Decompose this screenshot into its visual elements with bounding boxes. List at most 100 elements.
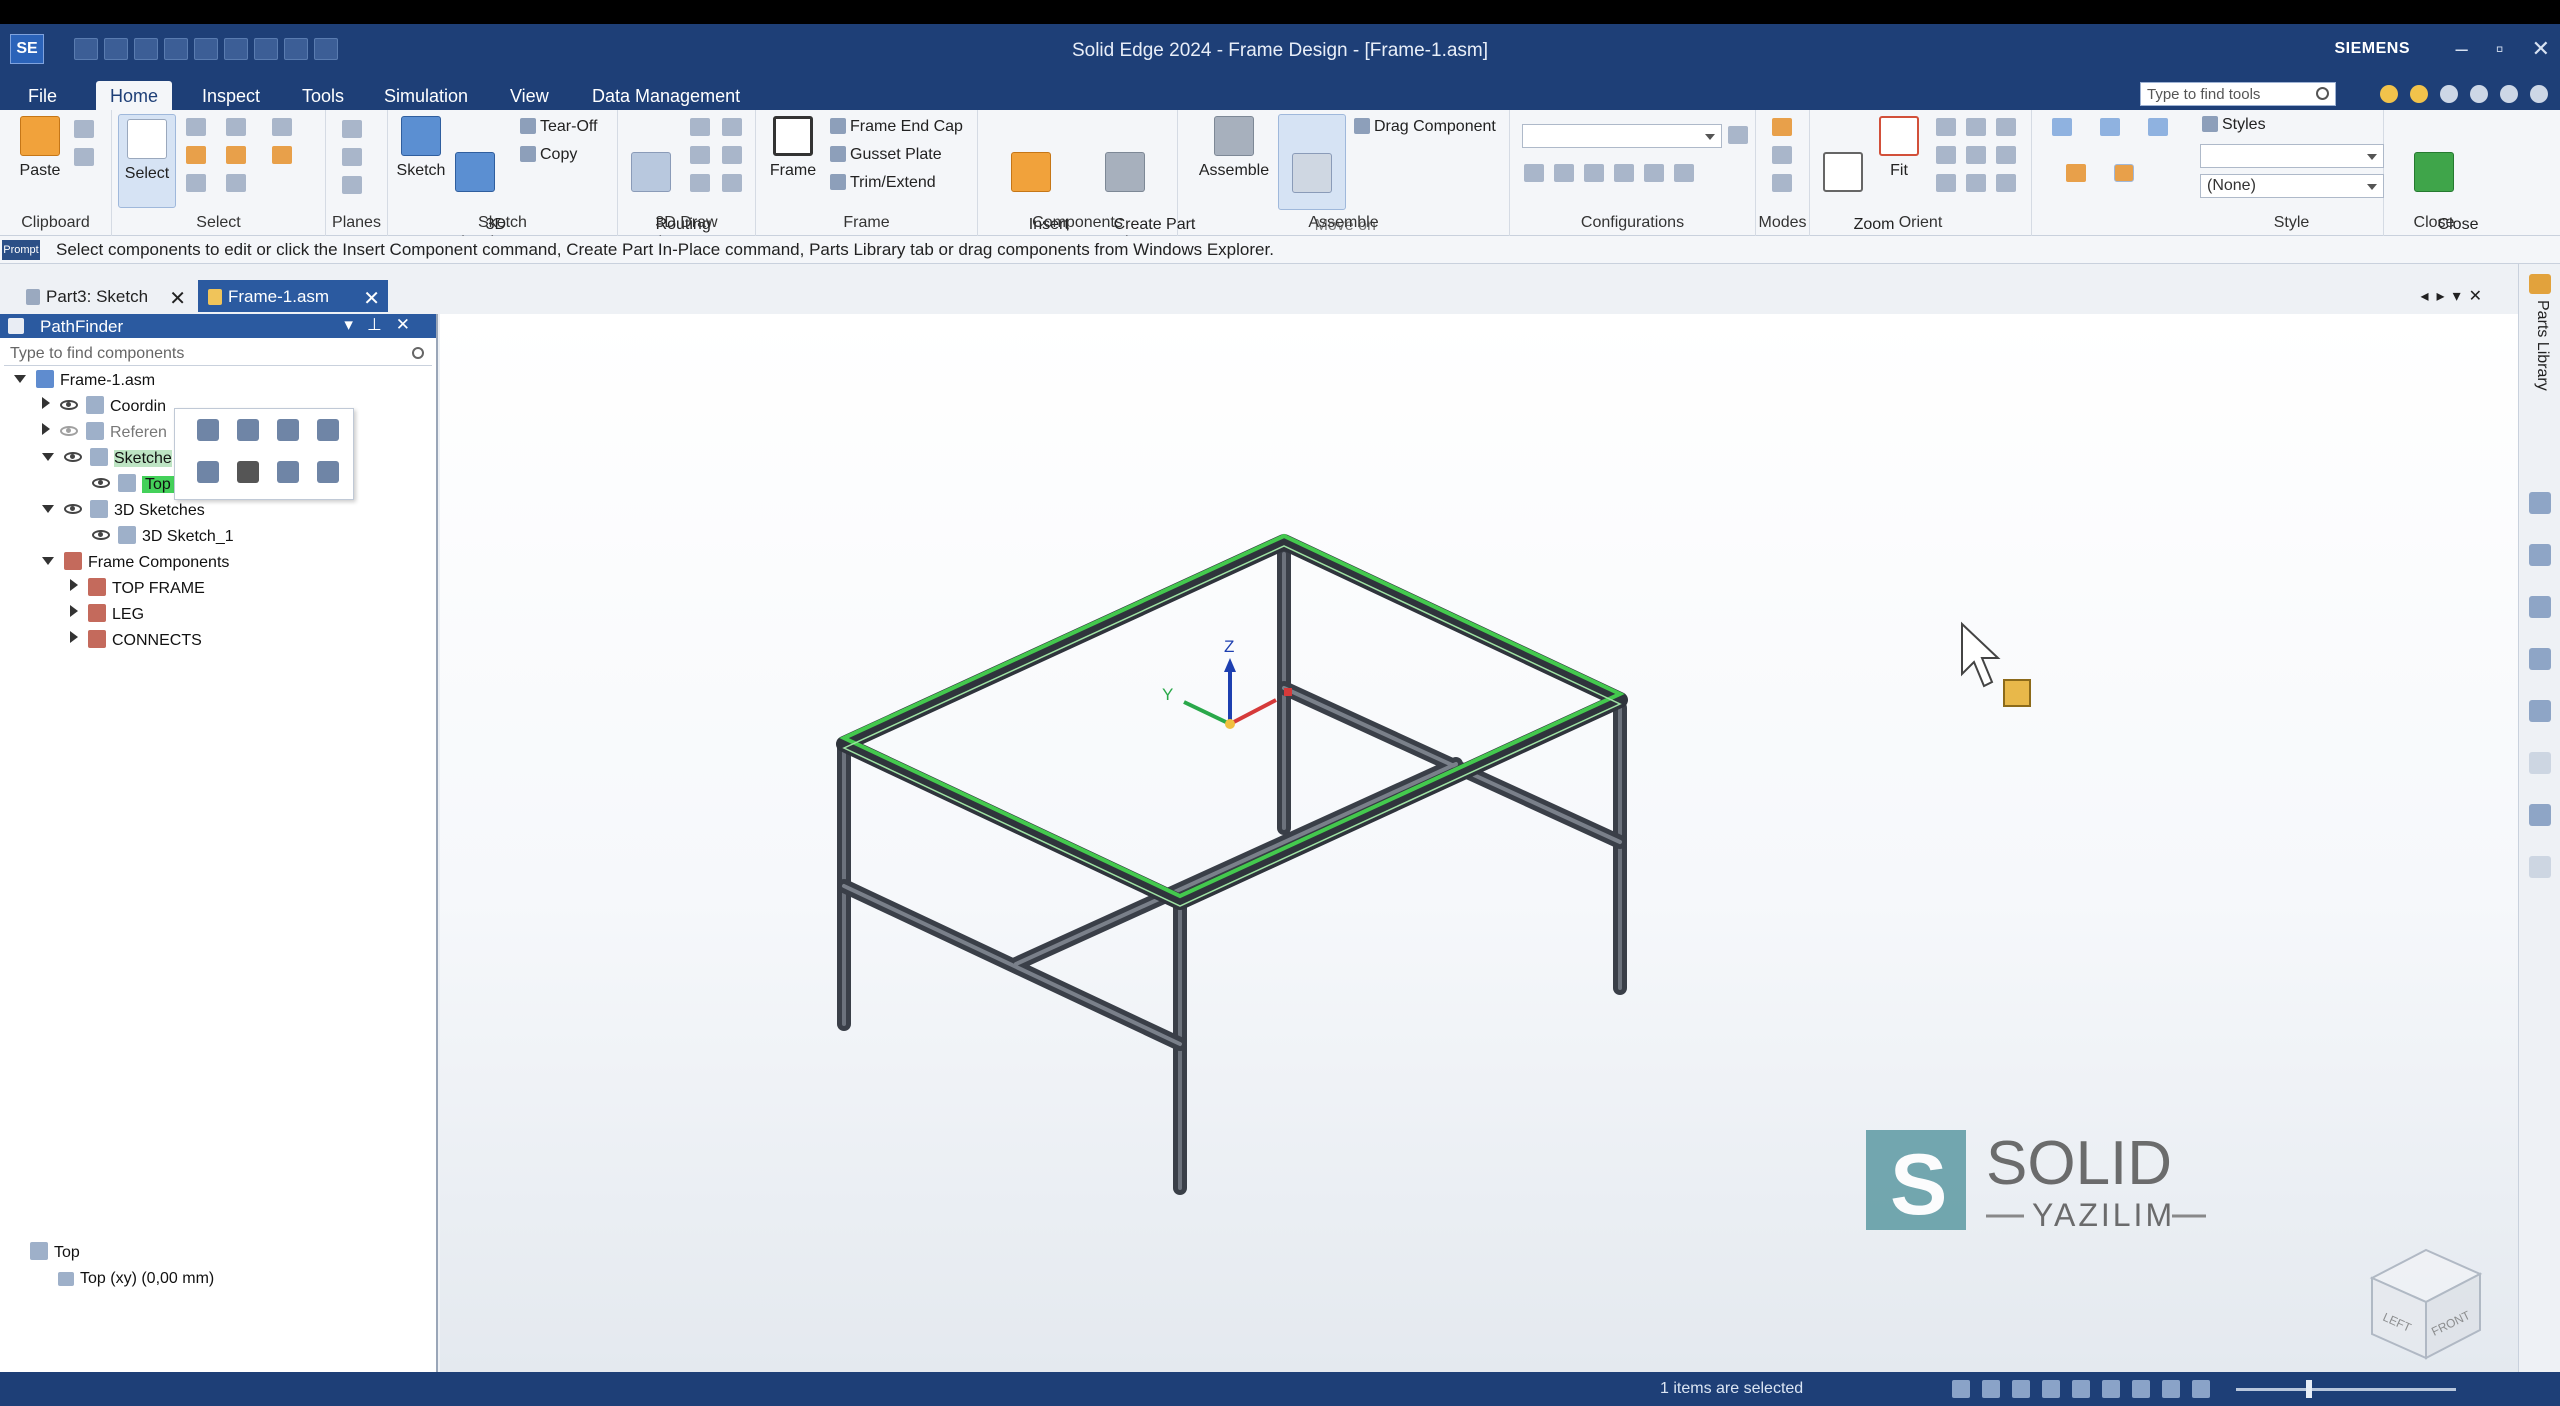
minimize-button[interactable]: –	[2456, 36, 2468, 62]
circle-icon[interactable]	[722, 146, 742, 164]
mode-3-icon[interactable]	[1772, 174, 1792, 192]
tree-node-sketches[interactable]: Sketche	[42, 448, 172, 470]
expand-icon[interactable]	[14, 375, 26, 383]
trim-extend-button[interactable]: Trim/Extend	[830, 174, 936, 192]
tree-node-coordinate[interactable]: Coordin	[42, 396, 166, 418]
styles-button[interactable]: Styles	[2202, 116, 2266, 134]
tree-node-3d-sketches[interactable]: 3D Sketches	[42, 500, 205, 522]
status-shading-icon[interactable]	[2132, 1380, 2150, 1398]
close-tab-icon[interactable]: ✕	[169, 286, 186, 311]
tree-node-root[interactable]: Frame-1.asm	[14, 370, 155, 392]
sketch-view-icon[interactable]	[1936, 174, 1956, 192]
eye-hidden-icon[interactable]	[60, 426, 78, 436]
tear-off-button[interactable]: Tear-Off	[520, 118, 598, 136]
status-rotate-icon[interactable]	[2072, 1380, 2090, 1398]
tree-node-connects[interactable]: CONNECTS	[70, 630, 202, 652]
select-assemblies-icon[interactable]	[226, 146, 246, 164]
sidebar-tool-3-icon[interactable]	[2529, 596, 2551, 618]
status-fit-icon[interactable]	[2012, 1380, 2030, 1398]
select-filter-icon[interactable]	[186, 118, 206, 136]
restore-button[interactable]: ▫	[2496, 36, 2504, 62]
more-options-icon[interactable]	[317, 419, 339, 441]
status-zoom-icon[interactable]	[1982, 1380, 2000, 1398]
eye-icon[interactable]	[92, 478, 110, 488]
fillet-icon[interactable]	[722, 174, 742, 192]
align-icon[interactable]	[272, 118, 292, 136]
doc-tab-part3-sketch[interactable]: Part3: Sketch ✕	[16, 280, 194, 312]
doc-tab-frame-asm[interactable]: Frame-1.asm ✕	[198, 280, 388, 312]
view-style-3-icon[interactable]	[2148, 118, 2168, 136]
arc-icon[interactable]	[690, 174, 710, 192]
tab-inspect[interactable]: Inspect	[188, 81, 274, 110]
mode-2-icon[interactable]	[1772, 146, 1792, 164]
expand-icon[interactable]	[70, 631, 78, 643]
assemble-button[interactable]: Assemble	[1196, 116, 1272, 180]
tab-simulation[interactable]: Simulation	[370, 81, 482, 110]
graphics-viewport[interactable]: Z Y S SOLID YAZILIM LEFT FRONT	[440, 314, 2518, 1372]
close-window-button[interactable]: ✕	[2532, 36, 2550, 62]
copy-sketch-button[interactable]: Copy	[520, 146, 577, 164]
frame-model[interactable]: Z Y S SOLID YAZILIM LEFT FRONT	[440, 314, 2518, 1372]
edit-profile-icon[interactable]	[237, 419, 259, 441]
expand-icon[interactable]	[70, 579, 78, 591]
style-select-2[interactable]: (None)	[2200, 174, 2384, 198]
tree-node-3d-sketch-1[interactable]: 3D Sketch_1	[92, 526, 234, 548]
expand-icon[interactable]	[70, 605, 78, 617]
style-select-1[interactable]	[2200, 144, 2384, 168]
shading-visible-edges-icon[interactable]	[2114, 164, 2134, 182]
expand-icon[interactable]	[42, 557, 54, 565]
eye-icon[interactable]	[92, 530, 110, 540]
eye-icon[interactable]	[60, 400, 78, 410]
rectangle-icon[interactable]	[690, 146, 710, 164]
parts-library-tab[interactable]: Parts Library	[2527, 300, 2551, 420]
spin-icon[interactable]	[1966, 146, 1986, 164]
status-zoom-out-icon[interactable]	[2192, 1380, 2210, 1398]
select-button[interactable]: Select	[118, 114, 176, 208]
expand-icon[interactable]	[42, 423, 50, 435]
zoom-icon[interactable]	[1936, 118, 1956, 136]
parts-library-icon[interactable]	[2529, 274, 2551, 294]
named-views-icon[interactable]	[1996, 146, 2016, 164]
view-orient-icon[interactable]	[1996, 118, 2016, 136]
plane-options-icon[interactable]	[342, 148, 362, 166]
move-on-select-button[interactable]: Move on Select	[1278, 114, 1376, 252]
tab-home[interactable]: Home	[96, 81, 173, 110]
frame-end-cap-button[interactable]: Frame End Cap	[830, 118, 963, 136]
sidebar-tool-8-icon[interactable]	[2529, 856, 2551, 878]
mode-1-icon[interactable]	[1772, 118, 1792, 136]
expand-icon[interactable]	[42, 505, 54, 513]
group-select-icon[interactable]	[272, 146, 292, 164]
select-parts-icon[interactable]	[226, 118, 246, 136]
config-1-icon[interactable]	[1524, 164, 1544, 182]
feedback-icon[interactable]	[2410, 85, 2428, 103]
select-tools-icon[interactable]	[186, 146, 206, 164]
cut-icon[interactable]	[74, 120, 94, 138]
frame-button[interactable]: Frame	[768, 116, 818, 180]
tree-node-reference[interactable]: Referen	[42, 422, 167, 444]
rotate-icon[interactable]	[1966, 118, 1986, 136]
config-6-icon[interactable]	[1674, 164, 1694, 182]
previous-view-icon[interactable]	[1966, 174, 1986, 192]
find-tools-input[interactable]: Type to find tools	[2140, 82, 2336, 106]
tree-node-frame-components[interactable]: Frame Components	[42, 552, 229, 574]
sketch-button[interactable]: Sketch	[396, 116, 446, 180]
fit-button[interactable]: Fit	[1874, 116, 1924, 180]
config-manager-icon[interactable]	[1728, 126, 1748, 144]
sidebar-tool-2-icon[interactable]	[2529, 544, 2551, 566]
status-tool-1-icon[interactable]	[1952, 1380, 1970, 1398]
expand-icon[interactable]	[42, 397, 50, 409]
tab-view[interactable]: View	[496, 81, 563, 110]
configuration-select[interactable]	[1522, 124, 1722, 148]
tab-file[interactable]: File	[14, 81, 71, 110]
panel-controls[interactable]: ▾⊥✕	[344, 315, 424, 335]
sidebar-layers-icon[interactable]	[2529, 804, 2551, 826]
delete-icon[interactable]	[237, 461, 259, 483]
config-5-icon[interactable]	[1644, 164, 1664, 182]
zoom-slider[interactable]	[2236, 1380, 2456, 1398]
gusset-plate-button[interactable]: Gusset Plate	[830, 146, 942, 164]
restore-doc-icon[interactable]	[2500, 85, 2518, 103]
sidebar-link-icon[interactable]	[2529, 752, 2551, 774]
tree-node-top-sketch[interactable]: Top	[92, 474, 174, 496]
eye-icon[interactable]	[64, 452, 82, 462]
pattern-icon[interactable]	[277, 419, 299, 441]
